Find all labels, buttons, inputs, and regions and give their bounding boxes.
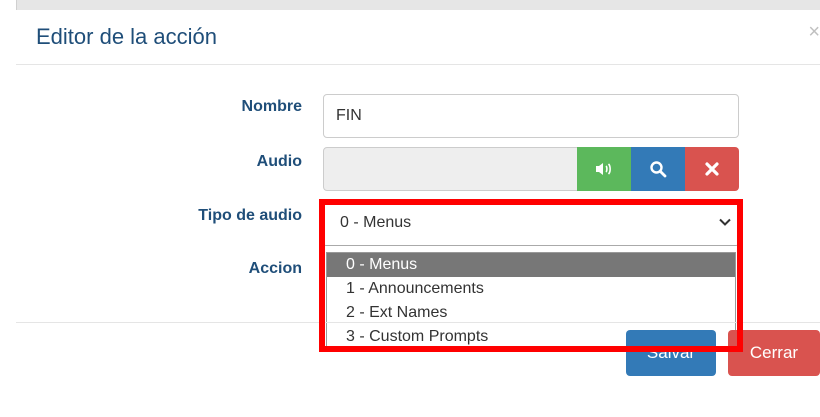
action-editor-modal: Editor de la acción × Nombre FIN Audio T… (16, 10, 820, 417)
modal-header: Editor de la acción × (16, 10, 820, 65)
delete-audio-button[interactable] (685, 147, 739, 191)
dropdown-option[interactable]: 0 - Menus (327, 253, 735, 277)
save-button[interactable]: Salvar (626, 330, 716, 376)
backdrop-top (0, 0, 820, 10)
nombre-label: Nombre (241, 98, 302, 115)
audio-label: Audio (256, 153, 302, 170)
search-audio-button[interactable] (631, 147, 685, 191)
audio-input[interactable] (323, 147, 578, 191)
tipo-audio-select[interactable]: 0 - Menus (323, 202, 739, 246)
modal-title: Editor de la acción (36, 24, 217, 49)
nombre-input[interactable]: FIN (323, 94, 739, 138)
backdrop-left (0, 0, 17, 417)
modal-footer-divider (16, 322, 820, 323)
tipo-audio-selected-value: 0 - Menus (340, 214, 412, 231)
close-icon (705, 162, 719, 176)
close-icon[interactable]: × (808, 22, 820, 42)
dropdown-option[interactable]: 1 - Announcements (327, 277, 735, 301)
cancel-button[interactable]: Cerrar (728, 330, 820, 376)
tipo-audio-label: Tipo de audio (198, 207, 302, 224)
chevron-down-icon (718, 213, 732, 234)
play-audio-button[interactable] (577, 147, 631, 191)
search-icon (650, 161, 667, 178)
accion-label: Accion (248, 260, 302, 277)
speaker-icon (596, 163, 611, 175)
